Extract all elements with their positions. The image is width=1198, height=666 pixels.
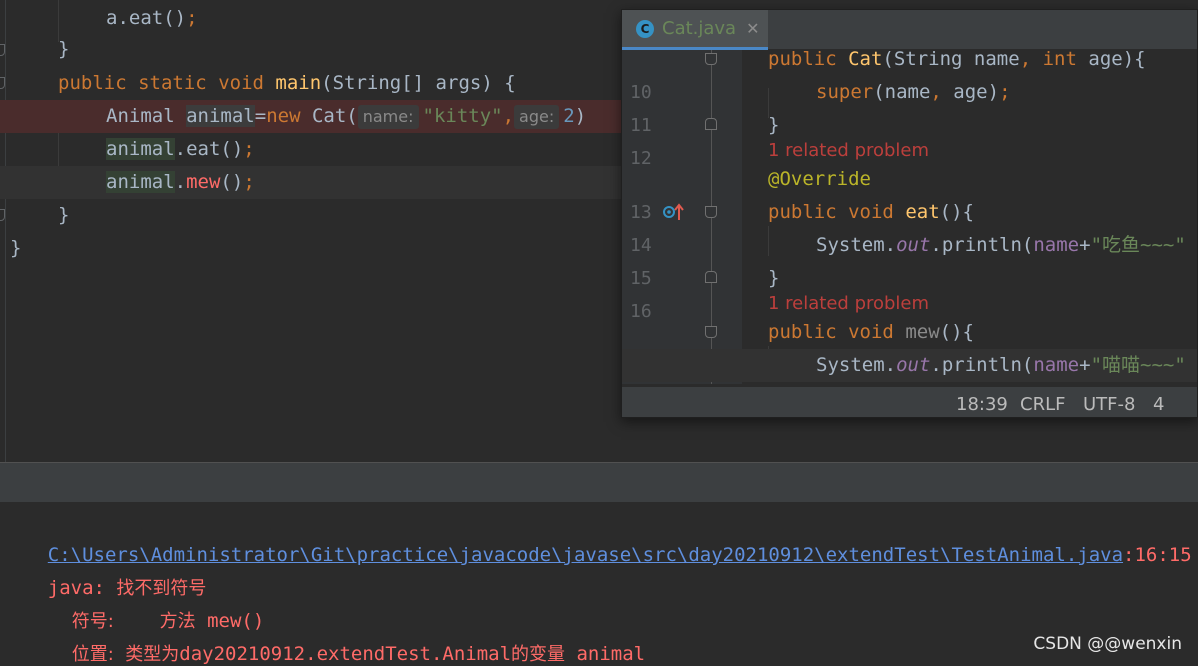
- error-symbol-line: 符号: 方法 mew(): [71, 610, 265, 632]
- watermark: CSDN @@wenxin: [1033, 634, 1182, 654]
- fold-marker-icon[interactable]: [705, 118, 717, 130]
- file-path-link[interactable]: C:\Users\Administrator\Git\practice\java…: [48, 544, 1123, 566]
- param-hint-name: name:: [357, 105, 419, 129]
- build-output-console[interactable]: C:\Users\Administrator\Git\practice\java…: [0, 502, 1198, 666]
- fold-marker-icon[interactable]: [705, 271, 717, 283]
- indent-setting[interactable]: 4 spa: [1153, 394, 1197, 417]
- error-location-line[interactable]: C:\Users\Administrator\Git\practice\java…: [2, 506, 1192, 566]
- popup-code-line[interactable]: 11 super(name, age);: [622, 76, 1197, 136]
- related-problem-link[interactable]: 1 related problem: [768, 140, 929, 162]
- popup-status-bar: 18:39 CRLF UTF-8 4 spa: [622, 386, 1197, 417]
- error-message-line: java: 找不到符号: [47, 577, 207, 599]
- java-class-icon: C: [636, 19, 654, 38]
- popup-code-line[interactable]: 15 System.out.println(name+"吃鱼~~~": [622, 229, 1197, 289]
- tab-label: Cat.java: [662, 18, 737, 39]
- override-gutter-icon[interactable]: [662, 202, 684, 222]
- related-problem-link[interactable]: 1 related problem: [768, 293, 929, 315]
- popup-code-line[interactable]: 13 @Override: [622, 163, 1197, 223]
- fold-marker-icon[interactable]: [705, 206, 717, 218]
- fold-marker-icon[interactable]: [705, 53, 717, 65]
- error-location-detail-line: 位置: 类型为day20210912.extendTest.Animal的变量 …: [71, 643, 646, 665]
- file-encoding[interactable]: UTF-8: [1083, 394, 1135, 415]
- tool-window-header[interactable]: [0, 462, 1198, 502]
- param-hint-age: age:: [514, 105, 560, 129]
- line-separator[interactable]: CRLF: [1020, 394, 1065, 415]
- cursor-position[interactable]: 18:39: [956, 394, 1008, 415]
- popup-code-line-current[interactable]: 18 System.out.println(name+"喵喵~~~": [622, 349, 1197, 409]
- fold-marker-icon[interactable]: [705, 326, 717, 338]
- close-icon[interactable]: ✕: [746, 19, 759, 38]
- quick-definition-popup[interactable]: C Cat.java ✕ 10 public Cat(String name, …: [621, 9, 1198, 418]
